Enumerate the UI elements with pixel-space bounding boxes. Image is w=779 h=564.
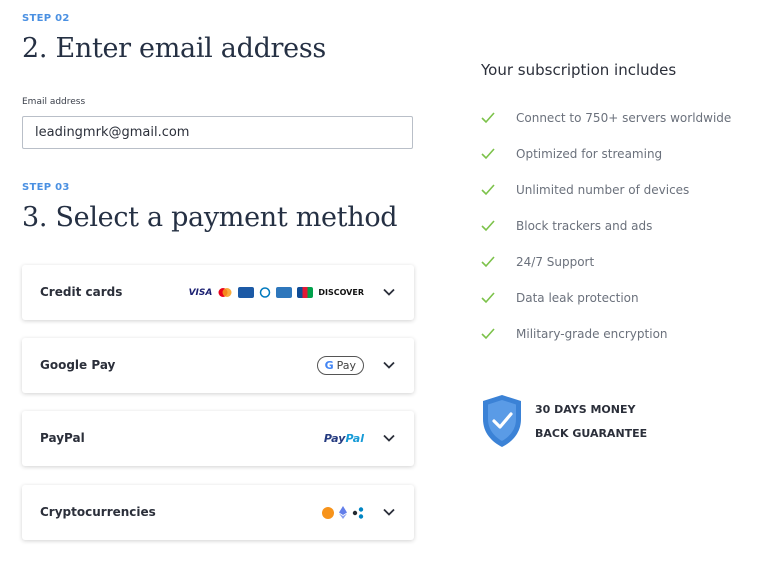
- payment-option-label: Credit cards: [40, 285, 123, 299]
- payment-option-label: PayPal: [40, 431, 85, 445]
- feature-text: 24/7 Support: [516, 255, 595, 269]
- bitcoin-icon: [322, 506, 334, 519]
- feature-item: Unlimited number of devices: [481, 181, 689, 199]
- ethereum-icon: [339, 506, 347, 519]
- check-icon: [481, 328, 495, 340]
- feature-item: 24/7 Support: [481, 253, 594, 271]
- payment-option-paypal[interactable]: PayPal PayPal: [22, 411, 414, 466]
- email-field-label: Email address: [22, 97, 86, 107]
- visa-logo: VISA: [188, 287, 213, 298]
- paypal-wordmark: PayPal: [323, 432, 364, 445]
- feature-item: Connect to 750+ servers worldwide: [481, 109, 731, 127]
- check-icon: [481, 184, 495, 196]
- guarantee-line-2: BACK GUARANTEE: [535, 427, 648, 440]
- paypal-logo: PayPal: [324, 411, 364, 466]
- diners-club-icon: [260, 287, 271, 298]
- card-logos: VISA DISCOVER: [189, 265, 364, 320]
- discover-logo: DISCOVER: [318, 288, 364, 297]
- feature-text: Unlimited number of devices: [516, 183, 690, 197]
- chevron-down-icon[interactable]: [382, 285, 396, 299]
- chevron-down-icon[interactable]: [382, 431, 396, 445]
- feature-item: Data leak protection: [481, 289, 639, 307]
- feature-text: Military-grade encryption: [516, 327, 668, 341]
- feature-text: Block trackers and ads: [516, 219, 653, 233]
- google-g-icon: G: [324, 359, 334, 372]
- maestro-icon: [238, 287, 255, 298]
- feature-text: Data leak protection: [516, 291, 639, 305]
- feature-text: Connect to 750+ servers worldwide: [516, 111, 732, 125]
- feature-item: Optimized for streaming: [481, 145, 662, 163]
- money-back-guarantee: 30 DAYS MONEY BACK GUARANTEE: [535, 398, 647, 446]
- payment-option-credit-cards[interactable]: Credit cards VISA DISCOVER: [22, 265, 414, 320]
- check-icon: [481, 220, 495, 232]
- jcb-icon: [297, 287, 314, 298]
- chevron-down-icon[interactable]: [382, 505, 396, 519]
- chevron-down-icon[interactable]: [382, 358, 396, 372]
- amex-icon: [276, 287, 293, 298]
- check-icon: [481, 292, 495, 304]
- step-02-label: STEP 02: [22, 13, 70, 24]
- email-field[interactable]: [22, 116, 413, 149]
- check-icon: [481, 112, 495, 124]
- payment-option-label: Cryptocurrencies: [40, 505, 156, 519]
- check-icon: [481, 148, 495, 160]
- step-03-label: STEP 03: [22, 182, 70, 193]
- ripple-icon: [352, 506, 364, 519]
- feature-text: Optimized for streaming: [516, 147, 663, 161]
- payment-option-label: Google Pay: [40, 358, 116, 372]
- mastercard-icon: [218, 288, 232, 297]
- crypto-logos: [322, 485, 364, 540]
- google-pay-badge: G Pay: [316, 356, 364, 375]
- feature-item: Military-grade encryption: [481, 325, 668, 343]
- email-section-heading: 2. Enter email address: [22, 33, 326, 64]
- feature-item: Block trackers and ads: [481, 217, 652, 235]
- guarantee-line-1: 30 DAYS MONEY: [535, 403, 636, 416]
- payment-option-google-pay[interactable]: Google Pay G Pay: [22, 338, 414, 393]
- shield-check-icon: [483, 395, 521, 447]
- google-pay-logo: G Pay: [316, 338, 364, 393]
- payment-section-heading: 3. Select a payment method: [22, 202, 398, 233]
- payment-option-cryptocurrencies[interactable]: Cryptocurrencies: [22, 485, 414, 540]
- subscription-title: Your subscription includes: [481, 61, 677, 79]
- check-icon: [481, 256, 495, 268]
- google-pay-text: Pay: [336, 359, 356, 372]
